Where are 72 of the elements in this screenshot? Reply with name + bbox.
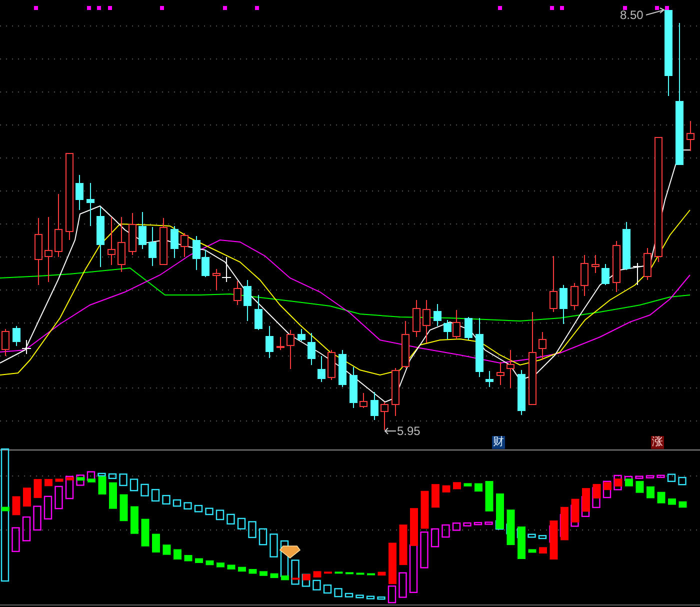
candlestick [622,222,630,270]
candlestick [244,280,252,322]
event-tag: 涨 [651,436,664,449]
candlestick [170,226,178,258]
candlestick [222,256,232,282]
candlestick [308,332,316,366]
candlestick [350,366,358,408]
candlestick [422,300,430,344]
signal-mark-icon [560,6,564,10]
candlestick [160,218,168,266]
candlestick [86,182,94,226]
candlestick [298,328,306,342]
signal-mark-icon [108,6,112,10]
candlestick [560,284,568,324]
signal-mark-icon [87,6,91,10]
candlestick [434,304,442,326]
price-label: 5.95 [397,424,420,438]
candlestick [128,212,136,256]
candlestick [464,316,472,340]
candlestick [118,216,126,272]
candlestick [602,264,610,286]
candlestick [580,254,588,296]
signal-mark-icon [160,6,164,10]
candlestick [22,340,32,354]
candlestick [518,370,526,416]
candlestick [496,362,504,386]
candlestick [76,174,84,210]
event-tag: 财 [492,436,505,449]
candlestick [276,336,284,350]
candlestick [286,330,294,370]
candlestick [412,300,420,338]
candlestick [54,194,62,258]
candlestick [108,216,116,266]
candlestick [328,350,336,380]
candlestick [506,350,514,388]
candlestick [402,320,410,368]
low-pointer-arrow [384,428,396,434]
candlestick [686,120,694,152]
signal-mark-icon [623,6,627,10]
candlestick [254,294,262,330]
price-label: 8.50 [620,8,644,22]
candlestick [392,368,400,416]
candlestick [476,318,484,378]
signal-mark-icon [34,6,38,10]
candlestick [44,216,52,282]
candlestick [538,332,546,360]
high-pointer-arrow [646,8,665,16]
candlestick [34,218,42,286]
candlestick [486,370,494,388]
candlestick [570,282,578,310]
candlestick [550,256,558,312]
diamond-icon [279,546,301,559]
signal-mark-icon [550,6,554,10]
candlestick [148,226,156,266]
signal-mark-icon [665,6,669,10]
candlestick [338,350,346,388]
signal-mark-icon [498,6,502,10]
candlestick [138,212,146,250]
signal-mark-icon [255,6,259,10]
signal-mark-icon [655,6,659,10]
candlestick [380,402,388,430]
candlestick [592,254,600,274]
candlestick [234,280,242,306]
signal-mark-icon [223,6,227,10]
signal-mark-icon [97,6,101,10]
candlestick [370,392,378,420]
candlestick [318,356,326,382]
candlestick [612,240,620,292]
candlestick [180,232,188,258]
candlestick [360,392,368,408]
candlestick [96,206,104,268]
candlestick [266,326,274,358]
